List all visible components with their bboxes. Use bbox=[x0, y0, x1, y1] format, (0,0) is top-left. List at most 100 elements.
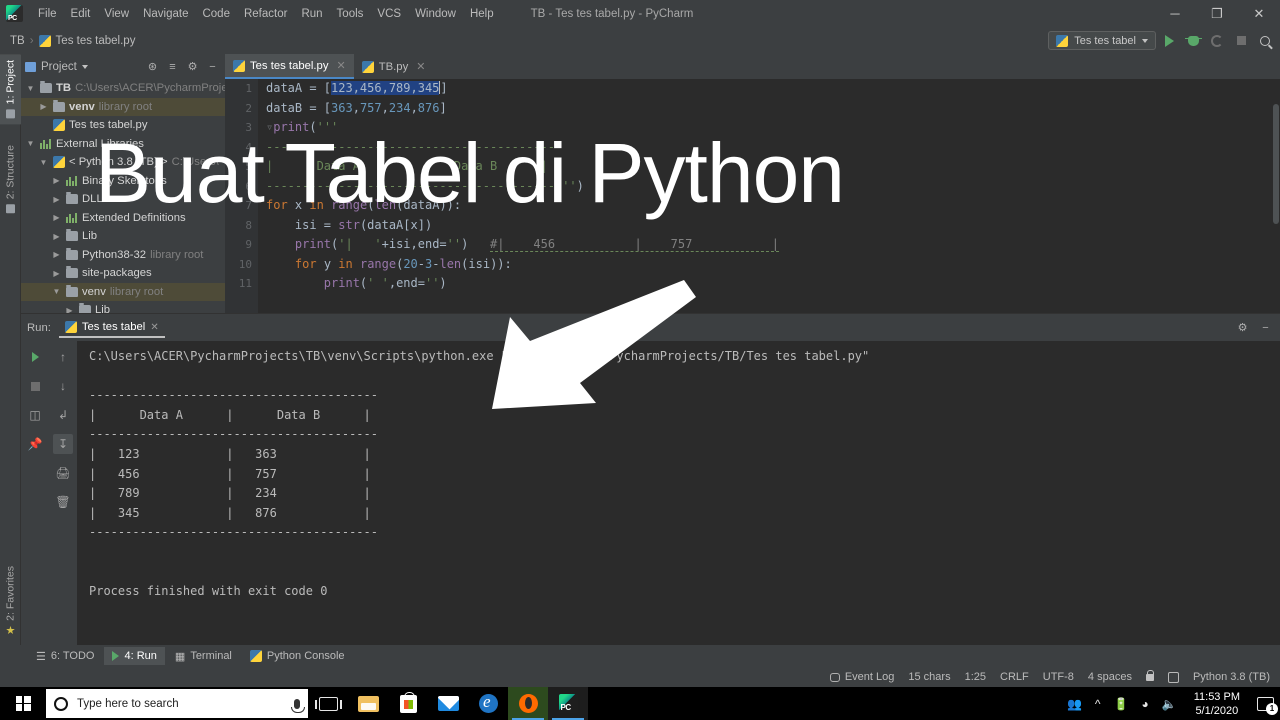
tab-python-console[interactable]: Python Console bbox=[242, 647, 353, 665]
chevron-right-icon[interactable]: ▶ bbox=[51, 176, 62, 185]
minimize-button[interactable]: ─ bbox=[1154, 0, 1196, 27]
lock-icon[interactable] bbox=[1145, 669, 1155, 681]
tree-item[interactable]: ▶ Lib bbox=[21, 227, 225, 246]
scroll-to-end-button[interactable]: ↧ bbox=[53, 434, 73, 454]
up-stack-button[interactable]: ↑ bbox=[53, 347, 73, 367]
target-icon[interactable]: ⊛ bbox=[144, 58, 161, 75]
event-log-button[interactable]: Event Log bbox=[829, 671, 894, 683]
taskbar-microsoft-edge[interactable] bbox=[468, 687, 508, 720]
tree-item[interactable]: ▶ venv library root bbox=[21, 97, 225, 116]
start-button[interactable] bbox=[0, 687, 46, 720]
close-button[interactable]: ✕ bbox=[1238, 0, 1280, 27]
battery-icon[interactable]: 🔋 bbox=[1114, 697, 1129, 711]
hide-icon[interactable]: − bbox=[1257, 319, 1274, 336]
tree-item[interactable]: ▶ Extended Definitions bbox=[21, 209, 225, 228]
wifi-icon[interactable]: ◕ bbox=[1142, 697, 1149, 711]
down-stack-button[interactable]: ↓ bbox=[53, 376, 73, 396]
chevron-right-icon[interactable]: ▶ bbox=[51, 213, 62, 222]
microphone-icon[interactable] bbox=[291, 698, 305, 713]
hide-icon[interactable]: − bbox=[204, 58, 221, 75]
tab-tb-py[interactable]: TB.py ✕ bbox=[354, 54, 434, 79]
dump-threads-button[interactable]: ◫ bbox=[25, 405, 45, 425]
menu-navigate[interactable]: Navigate bbox=[136, 5, 195, 23]
tree-item[interactable]: ▶ DLLs bbox=[21, 190, 225, 209]
tree-item[interactable]: ▼ TB C:\Users\ACER\PycharmProje bbox=[21, 79, 225, 98]
rerun-button[interactable] bbox=[1206, 30, 1228, 52]
chevron-down-icon[interactable]: ▼ bbox=[25, 139, 36, 148]
tree-item[interactable]: ▶ site-packages bbox=[21, 264, 225, 283]
tree-item[interactable]: ▶ Python38-32 library root bbox=[21, 246, 225, 265]
sidebar-item-project[interactable]: 1: Project bbox=[0, 54, 21, 125]
console-output[interactable]: C:\Users\ACER\PycharmProjects\TB\venv\Sc… bbox=[77, 341, 1280, 646]
menu-view[interactable]: View bbox=[97, 5, 136, 23]
sidebar-item-structure[interactable]: 2: Structure bbox=[0, 139, 21, 219]
show-hidden-icons-icon[interactable]: ^ bbox=[1095, 697, 1101, 711]
collapse-all-icon[interactable]: ≡ bbox=[164, 58, 181, 75]
tree-item[interactable]: ▶ Lib bbox=[21, 301, 225, 313]
menu-code[interactable]: Code bbox=[195, 5, 237, 23]
pin-tab-button[interactable]: 📌 bbox=[25, 434, 45, 454]
chevron-down-icon[interactable]: ▼ bbox=[25, 84, 36, 93]
maximize-button[interactable]: ❐ bbox=[1196, 0, 1238, 27]
run-tab[interactable]: Tes tes tabel ✕ bbox=[58, 317, 165, 338]
breadcrumb-file[interactable]: Tes tes tabel.py bbox=[56, 35, 136, 47]
volume-icon[interactable]: 🔈 bbox=[1162, 697, 1177, 711]
gear-icon[interactable]: ⚙ bbox=[1234, 319, 1251, 336]
code-content[interactable]: dataA = [123,456,789,345] dataB = [363,7… bbox=[258, 79, 1280, 313]
run-button[interactable] bbox=[1158, 30, 1180, 52]
project-tree[interactable]: ▼ TB C:\Users\ACER\PycharmProje ▶ venv librar… bbox=[21, 79, 225, 313]
tree-item[interactable]: ▼ External Libraries bbox=[21, 135, 225, 154]
tab-tes-tes-tabel[interactable]: Tes tes tabel.py ✕ bbox=[225, 54, 354, 79]
chevron-down-icon[interactable]: ▼ bbox=[51, 287, 62, 296]
menu-help[interactable]: Help bbox=[463, 5, 501, 23]
menu-refactor[interactable]: Refactor bbox=[237, 5, 294, 23]
soft-wrap-button[interactable]: ↲ bbox=[53, 405, 73, 425]
rerun-button[interactable] bbox=[25, 347, 45, 367]
menu-run[interactable]: Run bbox=[294, 5, 329, 23]
people-icon[interactable]: 👥 bbox=[1067, 697, 1082, 711]
close-icon[interactable]: ✕ bbox=[150, 322, 158, 333]
taskbar-search[interactable]: Type here to search bbox=[46, 689, 308, 718]
status-encoding[interactable]: UTF-8 bbox=[1043, 671, 1074, 683]
taskbar-obs-studio[interactable] bbox=[508, 687, 548, 720]
clear-all-button[interactable]: 🗑 bbox=[53, 492, 73, 512]
run-configuration-selector[interactable]: Tes tes tabel bbox=[1048, 31, 1156, 50]
close-icon[interactable]: ✕ bbox=[337, 59, 346, 72]
menu-vcs[interactable]: VCS bbox=[370, 5, 408, 23]
menu-tools[interactable]: Tools bbox=[330, 5, 371, 23]
chevron-right-icon[interactable]: ▶ bbox=[51, 250, 62, 259]
gear-icon[interactable]: ⚙ bbox=[184, 58, 201, 75]
close-icon[interactable]: ✕ bbox=[416, 60, 425, 73]
editor-scrollbar[interactable] bbox=[1272, 104, 1280, 313]
search-input[interactable]: Type here to search bbox=[77, 698, 285, 710]
sidebar-item-favorites[interactable]: 2: Favorites bbox=[0, 560, 21, 641]
menu-file[interactable]: File bbox=[31, 5, 64, 23]
project-panel-title-group[interactable]: Project bbox=[25, 61, 88, 73]
menu-window[interactable]: Window bbox=[408, 5, 463, 23]
tab-todo[interactable]: ☰ 6: TODO bbox=[28, 647, 102, 666]
tab-run[interactable]: 4: Run bbox=[104, 647, 165, 665]
status-caret-position[interactable]: 1:25 bbox=[965, 671, 986, 683]
tree-item[interactable]: ▼ venv library root bbox=[21, 282, 225, 301]
status-line-separator[interactable]: CRLF bbox=[1000, 671, 1029, 683]
print-button[interactable]: 🖨 bbox=[53, 463, 73, 483]
tree-item[interactable]: Tes tes tabel.py bbox=[21, 116, 225, 135]
chevron-right-icon[interactable]: ▶ bbox=[51, 269, 62, 278]
code-editor[interactable]: 1 2 3 4 5 6 7 8 9 10 11 dataA = [123,456,789,345] … bbox=[225, 79, 1280, 313]
taskbar-microsoft-store[interactable] bbox=[388, 687, 428, 720]
chevron-right-icon[interactable]: ▶ bbox=[64, 306, 75, 313]
taskbar-clock[interactable]: 11:53 PM 5/1/2020 bbox=[1190, 690, 1244, 718]
tab-terminal[interactable]: ▦ Terminal bbox=[167, 647, 240, 666]
taskbar-mail[interactable] bbox=[428, 687, 468, 720]
stop-button[interactable] bbox=[25, 376, 45, 396]
inspections-icon[interactable] bbox=[1167, 671, 1179, 683]
debug-button[interactable] bbox=[1182, 30, 1204, 52]
chevron-down-icon[interactable]: ▼ bbox=[38, 158, 49, 167]
taskbar-file-explorer[interactable] bbox=[348, 687, 388, 720]
tree-item[interactable]: ▼ < Python 3.8 (TB) > C:\Users\ bbox=[21, 153, 225, 172]
chevron-right-icon[interactable]: ▶ bbox=[38, 102, 49, 111]
chevron-right-icon[interactable]: ▶ bbox=[51, 232, 62, 241]
chevron-right-icon[interactable]: ▶ bbox=[51, 195, 62, 204]
tree-item[interactable]: ▶ Binary Skeletons bbox=[21, 172, 225, 191]
notification-center-icon[interactable]: 1 bbox=[1257, 696, 1278, 715]
